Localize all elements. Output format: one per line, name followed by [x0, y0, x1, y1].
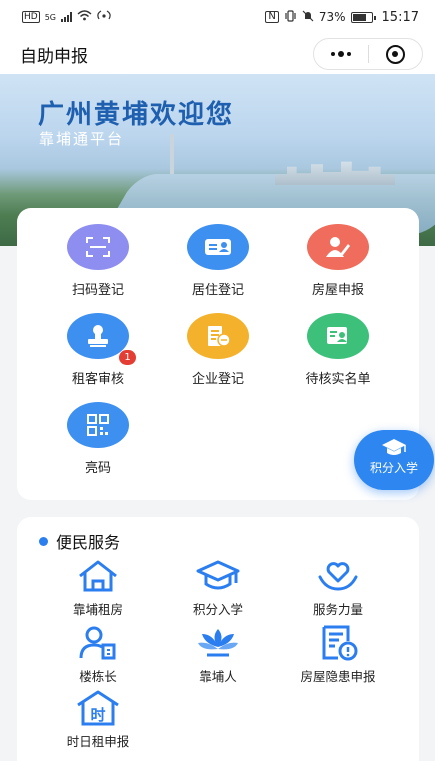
tenant-review-label: 租客审核 — [71, 372, 124, 387]
vibrate-icon — [284, 9, 297, 25]
lotus-icon — [195, 624, 241, 662]
services-section-title: 便民服务 — [39, 529, 120, 553]
scan-register-label: 扫码登记 — [71, 283, 124, 298]
house-declare-label: 房屋申报 — [311, 283, 364, 298]
company-register-item[interactable]: 企业登记 — [163, 313, 273, 387]
points-enrollment-fab[interactable]: 积分入学 — [354, 430, 434, 490]
residence-register-item[interactable]: 居住登记 — [163, 224, 273, 298]
battery-percent: 73% — [318, 10, 346, 24]
time-house-icon: 时 — [75, 689, 121, 727]
daily-rent-item[interactable]: 时 时日租申报 — [43, 689, 153, 750]
banner-title: 广州黄埔欢迎您 — [38, 100, 235, 130]
scan-register-item[interactable]: 扫码登记 — [43, 224, 153, 298]
kaopu-person-item[interactable]: 靠埔人 — [163, 624, 273, 685]
house-hazard-label: 房屋隐患申报 — [300, 669, 376, 684]
company-register-label: 企业登记 — [191, 372, 244, 387]
services-title-text: 便民服务 — [56, 533, 121, 552]
house-hazard-item[interactable]: 房屋隐患申报 — [283, 624, 393, 685]
mute-icon — [302, 10, 314, 25]
battery-icon — [350, 11, 376, 23]
banner-subtitle: 靠埔通平台 — [39, 130, 125, 148]
house-icon — [75, 557, 121, 595]
hd-indicator: HD — [22, 11, 40, 23]
business-icon — [187, 313, 249, 359]
mini-program-capsule — [313, 38, 423, 70]
tenant-review-item[interactable]: 1 租客审核 — [43, 313, 153, 387]
close-mini-program-button[interactable] — [369, 39, 423, 69]
signal-icon — [61, 12, 72, 22]
target-icon — [385, 44, 405, 64]
graduation-cap-icon — [195, 557, 241, 595]
heart-hands-icon — [315, 557, 361, 595]
rental-label: 靠埔租房 — [72, 602, 123, 617]
house-declare-item[interactable]: 房屋申报 — [283, 224, 393, 298]
id-card-icon — [187, 224, 249, 270]
points-enrollment-fab-label: 积分入学 — [369, 461, 418, 475]
rental-item[interactable]: 靠埔租房 — [43, 557, 153, 618]
points-enrollment-item[interactable]: 积分入学 — [163, 557, 273, 618]
status-bar: HD 5G N 73% 15:17 — [0, 0, 435, 34]
section-dot-icon — [39, 536, 48, 546]
services-card: 便民服务 靠埔租房 积分入学 服务力量 楼栋长 靠埔人 房屋隐患申报 时 时日租… — [17, 517, 419, 761]
pending-verify-item[interactable]: 待核实名单 — [283, 313, 393, 387]
more-dots-icon — [330, 51, 351, 57]
user-edit-icon — [307, 224, 369, 270]
hotspot-icon — [97, 10, 111, 24]
clock: 15:17 — [381, 9, 419, 25]
id-list-icon — [307, 313, 369, 359]
show-code-label: 亮码 — [84, 461, 111, 476]
kaopu-person-label: 靠埔人 — [199, 669, 237, 684]
show-code-item[interactable]: 亮码 — [43, 402, 153, 476]
service-force-label: 服务力量 — [312, 602, 363, 617]
service-force-item[interactable]: 服务力量 — [283, 557, 393, 618]
building-leader-item[interactable]: 楼栋长 — [43, 624, 153, 685]
nav-bar: 自助申报 — [0, 34, 435, 74]
more-button[interactable] — [314, 39, 368, 69]
graduation-cap-icon — [354, 438, 434, 458]
alert-document-icon — [315, 624, 361, 662]
residence-register-label: 居住登记 — [191, 283, 244, 298]
points-enrollment-label: 积分入学 — [192, 602, 243, 617]
notification-badge: 1 — [119, 350, 136, 365]
page-title: 自助申报 — [20, 46, 88, 67]
scan-icon — [67, 224, 129, 270]
svg-text:时: 时 — [90, 706, 105, 724]
stamp-icon: 1 — [67, 313, 136, 365]
person-building-icon — [75, 624, 121, 662]
building-leader-label: 楼栋长 — [79, 669, 117, 684]
daily-rent-label: 时日租申报 — [66, 734, 130, 749]
qr-code-icon — [67, 402, 129, 448]
network-label: 5G — [44, 12, 56, 22]
wifi-icon — [77, 10, 92, 24]
nfc-icon: N — [265, 11, 279, 23]
pending-verify-label: 待核实名单 — [305, 372, 371, 387]
